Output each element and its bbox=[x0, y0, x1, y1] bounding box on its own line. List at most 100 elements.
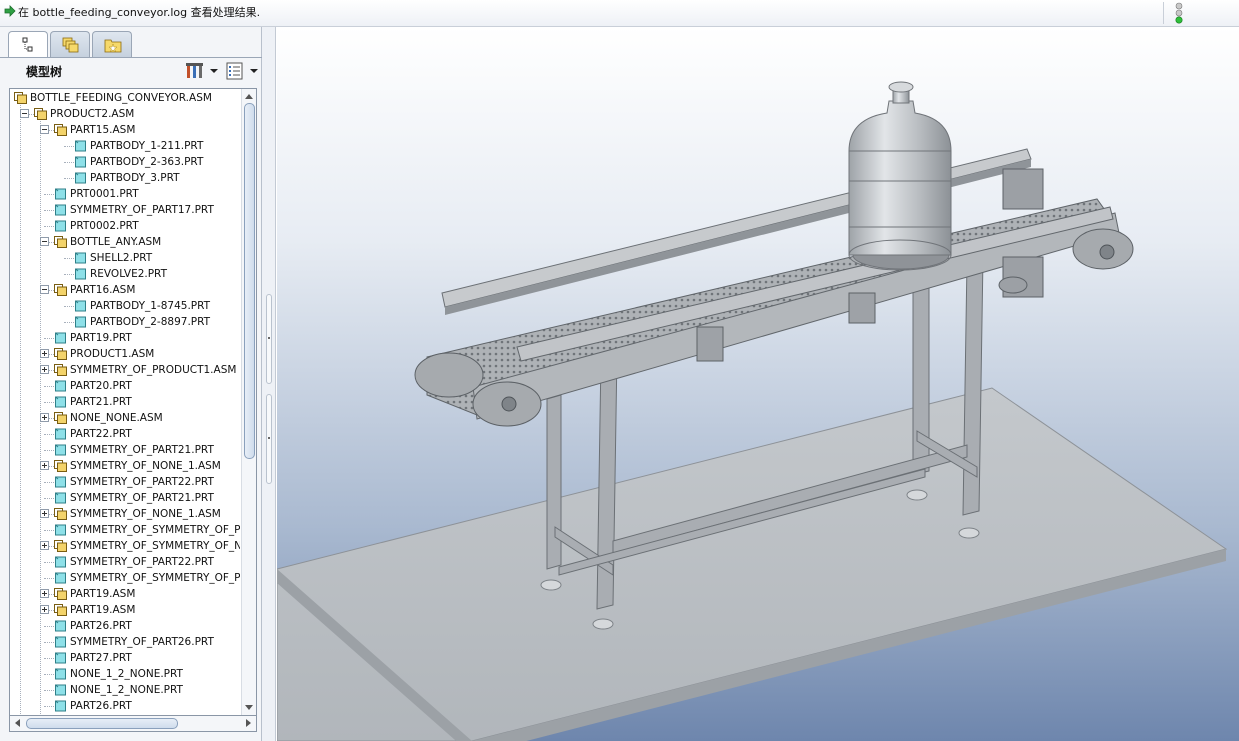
tree-connector bbox=[64, 274, 74, 275]
message-bar: 在 bottle_feeding_conveyor.log 查看处理结果. bbox=[0, 0, 1239, 27]
tree-connector bbox=[44, 642, 54, 643]
assembly-icon bbox=[54, 540, 67, 552]
part-icon bbox=[75, 268, 86, 280]
tree-filter-button[interactable] bbox=[226, 60, 258, 82]
tree-connector bbox=[44, 226, 54, 227]
tree-item-label: SYMMETRY_OF_NONE_1.ASM bbox=[70, 460, 221, 472]
assembly-icon bbox=[54, 124, 67, 136]
tree-connector bbox=[44, 402, 54, 403]
part-icon bbox=[55, 428, 66, 440]
part-icon bbox=[75, 300, 86, 312]
part-icon bbox=[55, 444, 66, 456]
navigator-panel: 模型树 BOTTLE_FEEDING_CONVEYOR.ASM PRODUCT2.… bbox=[0, 27, 262, 741]
app-window: 在 bottle_feeding_conveyor.log 查看处理结果. 模型… bbox=[0, 0, 1239, 741]
vertical-scrollbar[interactable] bbox=[241, 89, 256, 715]
tree-item-label: SYMMETRY_OF_NONE_1.ASM bbox=[70, 508, 221, 520]
horizontal-scrollbar[interactable] bbox=[9, 716, 257, 732]
conveyor-model-render bbox=[277, 81, 1228, 741]
assembly-icon bbox=[54, 604, 67, 616]
part-icon bbox=[55, 668, 66, 680]
expand-icon[interactable] bbox=[40, 461, 49, 470]
horizontal-scroll-thumb[interactable] bbox=[26, 718, 178, 729]
tree-filter-icon bbox=[226, 62, 243, 80]
message-text: 在 bottle_feeding_conveyor.log 查看处理结果. bbox=[18, 6, 261, 19]
expand-icon[interactable] bbox=[40, 349, 49, 358]
part-icon bbox=[75, 140, 86, 152]
part-icon bbox=[55, 476, 66, 488]
vertical-scroll-thumb[interactable] bbox=[244, 103, 255, 459]
scroll-down-icon[interactable] bbox=[245, 705, 253, 710]
scroll-right-icon[interactable] bbox=[246, 719, 251, 727]
tab-model-tree[interactable] bbox=[8, 31, 48, 58]
conveyor-belt bbox=[414, 198, 1134, 427]
part-icon bbox=[55, 556, 66, 568]
tree-connector bbox=[44, 626, 54, 627]
scroll-up-icon[interactable] bbox=[245, 94, 253, 99]
tree-item-label: PART20.PRT bbox=[70, 380, 132, 392]
base-plate bbox=[277, 387, 1228, 741]
tree-item-label: PARTBODY_1-211.PRT bbox=[90, 140, 204, 152]
tree-connector bbox=[44, 690, 54, 691]
assembly-icon bbox=[54, 412, 67, 424]
tree-item-label: PARTBODY_2-8897.PRT bbox=[90, 316, 211, 328]
chevron-down-icon bbox=[210, 69, 218, 73]
tree-connector bbox=[64, 178, 74, 179]
expand-icon[interactable] bbox=[40, 509, 49, 518]
scroll-left-icon[interactable] bbox=[15, 719, 20, 727]
tree-guide-line bbox=[20, 102, 21, 715]
expand-icon[interactable] bbox=[40, 605, 49, 614]
model-tree-tab-icon bbox=[22, 37, 33, 52]
tree-item-label: PART15.ASM bbox=[70, 124, 136, 136]
tree-item-label: PART19.PRT bbox=[70, 332, 132, 344]
tree-item-label: PRT0002.PRT bbox=[70, 220, 139, 232]
part-icon bbox=[55, 684, 66, 696]
tree-connector bbox=[44, 434, 54, 435]
panel-splitter[interactable] bbox=[262, 27, 276, 741]
tree-item-label: SYMMETRY_OF_SYMMETRY_OF_NO bbox=[70, 540, 240, 552]
tree-connector bbox=[44, 210, 54, 211]
layers-tab-icon bbox=[62, 37, 79, 53]
expand-icon[interactable] bbox=[40, 589, 49, 598]
collapse-icon[interactable] bbox=[20, 109, 29, 118]
tab-layers[interactable] bbox=[50, 31, 90, 57]
tree-item-label: SYMMETRY_OF_PRODUCT1.ASM bbox=[70, 364, 237, 376]
tree-item-label: SYMMETRY_OF_PART22.PRT bbox=[70, 556, 214, 568]
tree-item-label: PART19.ASM bbox=[70, 604, 136, 616]
traffic-light-icon[interactable] bbox=[1173, 2, 1185, 24]
tree-item-label: PRODUCT1.ASM bbox=[70, 348, 155, 360]
tab-divider bbox=[0, 57, 262, 58]
tree-connector bbox=[64, 306, 74, 307]
tree-item-label: SYMMETRY_OF_PART21.PRT bbox=[70, 492, 214, 504]
tree-item-label: NONE_NONE.ASM bbox=[70, 412, 163, 424]
part-icon bbox=[55, 636, 66, 648]
tree-connector bbox=[44, 338, 54, 339]
graphics-viewport[interactable] bbox=[277, 27, 1239, 741]
part-icon bbox=[75, 316, 86, 328]
collapse-icon[interactable] bbox=[40, 125, 49, 134]
tree-item-label: SYMMETRY_OF_PART17.PRT bbox=[70, 204, 214, 216]
message-divider bbox=[1163, 2, 1164, 24]
assembly-icon bbox=[14, 92, 27, 104]
part-icon bbox=[75, 252, 86, 264]
tree-item-label: PRT0001.PRT bbox=[70, 188, 139, 200]
tree-connector bbox=[44, 450, 54, 451]
assembly-icon bbox=[54, 236, 67, 248]
splitter-handle-bottom[interactable] bbox=[266, 394, 272, 484]
tab-favorites[interactable] bbox=[92, 31, 132, 57]
collapse-icon[interactable] bbox=[40, 237, 49, 246]
part-icon bbox=[55, 332, 66, 344]
tree-connector bbox=[64, 162, 74, 163]
tree-connector bbox=[44, 498, 54, 499]
tree-item-label: REVOLVE2.PRT bbox=[90, 268, 168, 280]
expand-icon[interactable] bbox=[40, 413, 49, 422]
expand-icon[interactable] bbox=[40, 365, 49, 374]
expand-icon[interactable] bbox=[40, 541, 49, 550]
tree-settings-button[interactable] bbox=[186, 60, 218, 82]
model-tree-list: BOTTLE_FEEDING_CONVEYOR.ASM PRODUCT2.ASM P… bbox=[10, 89, 240, 715]
part-icon bbox=[55, 620, 66, 632]
tree-item-label: SYMMETRY_OF_PART21.PRT bbox=[70, 444, 214, 456]
splitter-handle-top[interactable] bbox=[266, 294, 272, 384]
assembly-icon bbox=[54, 508, 67, 520]
tree-connector bbox=[44, 578, 54, 579]
collapse-icon[interactable] bbox=[40, 285, 49, 294]
